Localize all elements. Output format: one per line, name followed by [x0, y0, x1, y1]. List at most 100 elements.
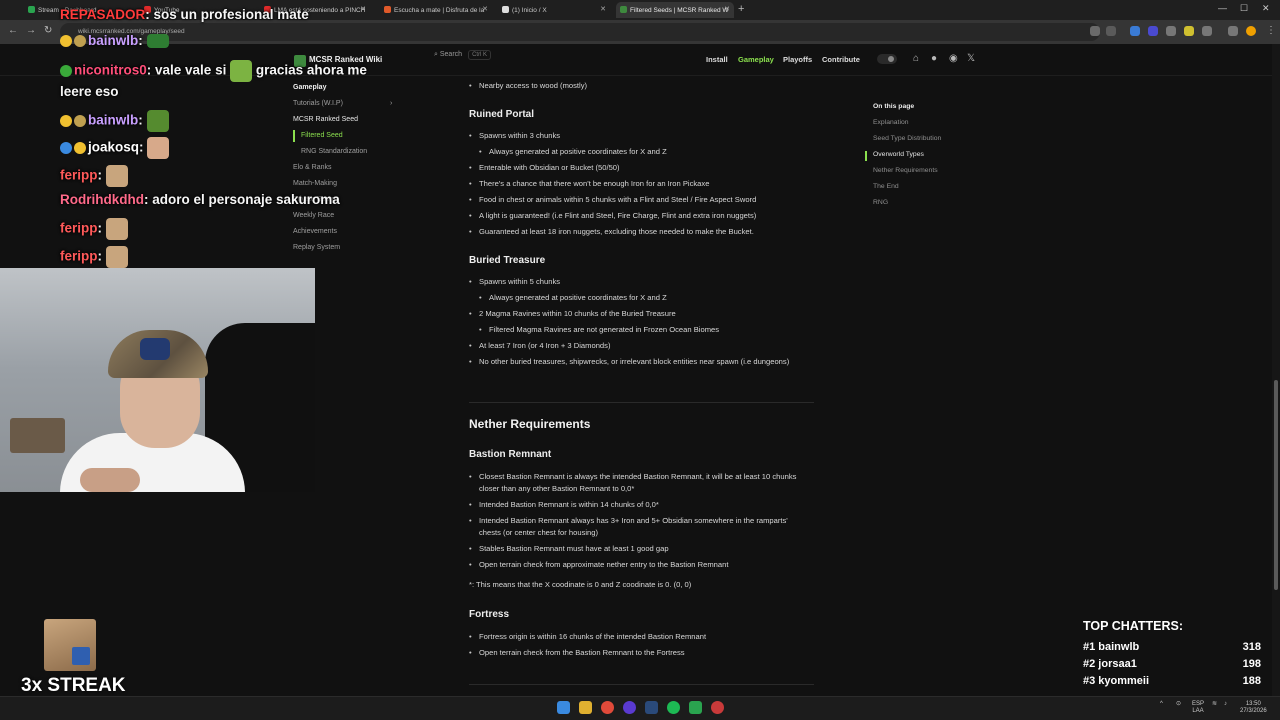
star-icon[interactable] [1106, 26, 1116, 36]
wifi-icon[interactable]: ≋ [1212, 701, 1217, 708]
extension-icon[interactable] [1148, 26, 1158, 36]
extension-icon[interactable] [1184, 26, 1194, 36]
chrome-icon[interactable] [601, 701, 614, 714]
spotify-icon[interactable] [667, 701, 680, 714]
top-chatter-name: #2 jorsaa1 [1083, 658, 1137, 670]
chat-username: Rodrihdkdhd [60, 192, 144, 207]
github-icon[interactable]: ● [931, 53, 937, 64]
steam-icon[interactable] [645, 701, 658, 714]
sidebar-item-match-making[interactable]: Match-Making [293, 180, 337, 187]
tray-lang: ESP [1192, 701, 1205, 707]
close-window-icon[interactable]: ✕ [1262, 3, 1270, 14]
list-item: Open terrain check from the Bastion Remn… [469, 647, 804, 659]
list-item: Enterable with Obsidian or Bucket (50/50… [469, 162, 804, 174]
new-tab-icon[interactable]: + [738, 3, 744, 15]
sidebar-icon[interactable] [1228, 26, 1238, 36]
sidebar-item-achievements[interactable]: Achievements [293, 228, 337, 235]
translate-icon[interactable] [1090, 26, 1100, 36]
emote-icon [146, 34, 169, 49]
home-icon[interactable]: ⌂ [913, 53, 919, 64]
sidebar-item-elo-ranks[interactable]: Elo & Ranks [293, 164, 332, 171]
sidebar-item-filtered-seed[interactable]: Filtered Seed [301, 132, 343, 139]
tab-favicon [502, 6, 509, 13]
volume-icon[interactable]: ♪ [1224, 701, 1227, 708]
profile-avatar[interactable] [1246, 26, 1256, 36]
top-chatter-name: #3 kyommeii [1083, 675, 1150, 687]
tray-date: 27/3/2026 [1240, 708, 1267, 714]
list-item: Intended Bastion Remnant always has 3+ I… [469, 515, 804, 538]
sidebar-item-rng-standardization[interactable]: RNG Standardization [301, 148, 367, 155]
app-icon[interactable] [711, 701, 724, 714]
discord-icon[interactable]: ◉ [949, 53, 958, 64]
close-icon[interactable]: ✕ [360, 5, 366, 13]
badge-icon [74, 142, 86, 154]
clock[interactable]: 13:50 27/3/2026 [1240, 701, 1267, 715]
start-icon[interactable] [557, 701, 570, 714]
toc-item-explanation[interactable]: Explanation [873, 119, 909, 126]
toc-item-nether-requirements[interactable]: Nether Requirements [873, 167, 938, 174]
nav-gameplay[interactable]: Gameplay [738, 55, 774, 64]
nav-contribute[interactable]: Contribute [822, 55, 860, 64]
top-chatter-row: #1 bainwlb 318 [1083, 641, 1261, 653]
url-input[interactable]: wiki.mcsrranked.com/gameplay/seed [60, 23, 1100, 41]
sidebar-item-replay-system[interactable]: Replay System [293, 244, 340, 251]
obs-icon[interactable] [623, 701, 636, 714]
list-item: Filtered Magma Ravines are not generated… [469, 324, 804, 336]
tab-favicon [28, 6, 35, 13]
reload-icon[interactable]: ↻ [44, 25, 52, 36]
toc-item-the-end[interactable]: The End [873, 183, 899, 190]
scrollbar-thumb[interactable] [1274, 380, 1278, 590]
chat-text: : [97, 248, 103, 264]
theme-toggle[interactable] [877, 54, 897, 64]
menu-icon[interactable]: ⋮ [1266, 25, 1276, 36]
network-icon[interactable]: ⊙ [1176, 701, 1181, 708]
extensions-puzzle-icon[interactable] [1202, 26, 1212, 36]
list-item: Always generated at positive coordinates… [469, 146, 804, 158]
back-icon[interactable]: ← [8, 25, 18, 36]
toc-item-rng[interactable]: RNG [873, 199, 888, 206]
close-icon[interactable]: ✕ [724, 5, 730, 13]
nav-playoffs[interactable]: Playoffs [783, 55, 812, 64]
list-item: Intended Bastion Remnant is within 14 ch… [469, 499, 804, 511]
list-item: No other buried treasures, shipwrecks, o… [469, 356, 804, 368]
tab-favicon [384, 6, 391, 13]
badge-icon [60, 35, 72, 48]
sidebar-item-weekly-race[interactable]: Weekly Race [293, 212, 334, 219]
x-twitter-icon[interactable]: 𝕏 [967, 53, 975, 64]
chat-text: gracias ahora me [255, 62, 367, 78]
search-button[interactable]: ⌕ Search Ctrl K [434, 50, 508, 67]
close-icon[interactable]: ✕ [482, 5, 488, 13]
sidebar-item-ranked-seed[interactable]: MCSR Ranked Seed [293, 116, 358, 123]
extension-icon[interactable] [1130, 26, 1140, 36]
tab-escucha-a-mate[interactable]: Escucha a mate | Disfruta de la ✕ [380, 2, 492, 18]
chat-message: REPASADOR: sos un profesional mate [60, 7, 309, 22]
nav-install[interactable]: Install [706, 55, 728, 64]
scrollbar-track[interactable] [1272, 44, 1280, 696]
top-chatter-count: 188 [1242, 675, 1261, 687]
tab-x-inicio[interactable]: (1) Inicio / X ✕ [498, 2, 610, 18]
chat-username: feripp [60, 220, 98, 236]
maximize-icon[interactable]: ☐ [1240, 3, 1248, 14]
forward-icon[interactable]: → [26, 25, 36, 36]
stream-app-icon[interactable] [689, 701, 702, 714]
extension-icon[interactable] [1166, 26, 1176, 36]
minimize-icon[interactable]: — [1218, 3, 1227, 13]
emote-icon [146, 110, 169, 132]
chat-username: feripp [60, 167, 98, 183]
sidebar-section-gameplay[interactable]: Gameplay [293, 84, 326, 91]
toc-item-seed-type-distribution[interactable]: Seed Type Distribution [873, 135, 941, 142]
sidebar-item-tutorials[interactable]: Tutorials (W.I.P) [293, 100, 343, 107]
close-icon[interactable]: ✕ [600, 5, 606, 13]
tab-filtered-seeds[interactable]: Filtered Seeds | MCSR Ranked W ✕ [616, 2, 734, 18]
file-explorer-icon[interactable] [579, 701, 592, 714]
emote-icon [230, 60, 253, 82]
webcam-hand [80, 468, 140, 492]
tray-chevron-icon[interactable]: ^ [1160, 701, 1163, 708]
language-indicator[interactable]: ESP LAA [1192, 701, 1204, 715]
badge-icon [74, 115, 86, 127]
toc-item-overworld-types[interactable]: Overworld Types [873, 151, 924, 158]
divider [469, 684, 814, 685]
webcam-background-shelf [10, 418, 65, 453]
webcam-overlay [0, 268, 315, 492]
chevron-right-icon[interactable]: › [390, 100, 392, 107]
